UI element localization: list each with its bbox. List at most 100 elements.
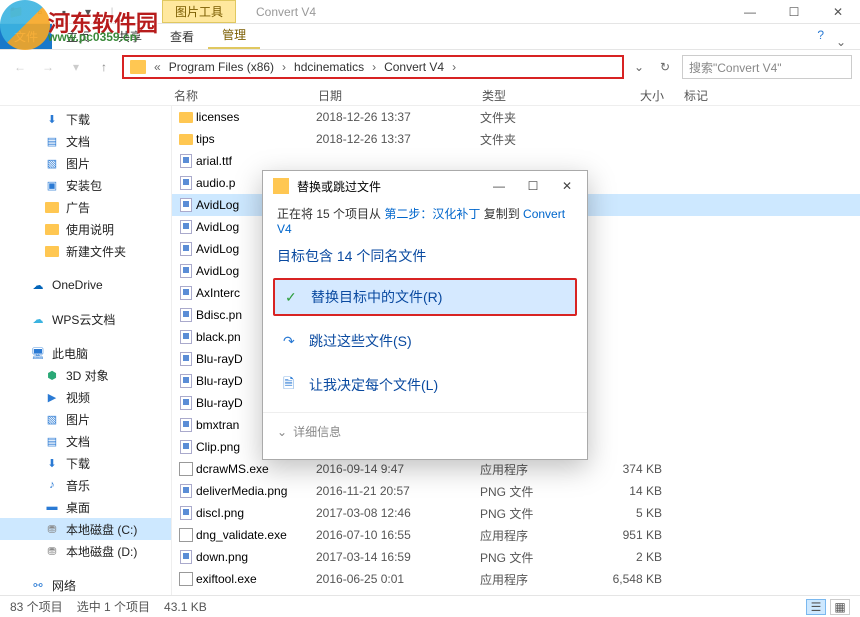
file-row[interactable]: deliverMedia.png2016-11-21 20:57PNG 文件14… bbox=[172, 480, 860, 502]
file-row[interactable]: arial.ttf bbox=[172, 150, 860, 172]
help-icon[interactable]: ? bbox=[817, 28, 824, 42]
dialog-close-button[interactable]: ✕ bbox=[557, 179, 577, 193]
nav-label: 新建文件夹 bbox=[66, 243, 126, 260]
crumb-2[interactable]: hdcinematics bbox=[290, 60, 368, 74]
chevron-icon[interactable]: › bbox=[452, 60, 456, 74]
file-icon bbox=[176, 308, 196, 322]
file-row[interactable]: dng_validate.exe2016-07-10 16:55应用程序951 … bbox=[172, 524, 860, 546]
nav-video[interactable]: ▶视频 bbox=[0, 386, 171, 408]
nav-docs[interactable]: ▤ 文档 bbox=[0, 130, 171, 152]
file-row[interactable]: down.png2017-03-14 16:59PNG 文件2 KB bbox=[172, 546, 860, 568]
download-icon: ⬇ bbox=[44, 111, 60, 127]
option-label: 让我决定每个文件(L) bbox=[309, 375, 438, 395]
chevron-icon[interactable]: « bbox=[154, 60, 161, 74]
nav-label: 文档 bbox=[66, 133, 90, 150]
nav-readme[interactable]: 使用说明 bbox=[0, 218, 171, 240]
address-dropdown[interactable]: ⌄ bbox=[630, 56, 648, 78]
file-type: PNG 文件 bbox=[480, 505, 598, 522]
file-date: 2018-12-26 13:37 bbox=[316, 110, 480, 124]
qat-pin-icon[interactable]: ▫ bbox=[30, 2, 50, 22]
col-size[interactable]: 大小 bbox=[600, 84, 684, 105]
nav-music[interactable]: ♪音乐 bbox=[0, 474, 171, 496]
nav-pkg[interactable]: ▣安装包 bbox=[0, 174, 171, 196]
dialog-minimize-button[interactable]: — bbox=[489, 179, 509, 193]
file-size: 2 KB bbox=[598, 550, 682, 564]
nav-cdisk[interactable]: ⛃本地磁盘 (C:) bbox=[0, 518, 171, 540]
file-icon bbox=[176, 242, 196, 256]
file-icon bbox=[176, 396, 196, 410]
file-icon bbox=[176, 572, 196, 586]
maximize-button[interactable]: ☐ bbox=[772, 0, 816, 24]
nav-pics[interactable]: ▧图片 bbox=[0, 152, 171, 174]
file-row[interactable]: tips2018-12-26 13:37文件夹 bbox=[172, 128, 860, 150]
minimize-button[interactable]: — bbox=[728, 0, 772, 24]
nav-downloads[interactable]: ⬇下载 bbox=[0, 108, 171, 130]
chevron-icon[interactable]: › bbox=[372, 60, 376, 74]
qat-dropdown-icon[interactable]: ▾ bbox=[78, 2, 98, 22]
file-name: tips bbox=[196, 132, 316, 146]
file-row[interactable]: dcrawMS.exe2016-09-14 9:47应用程序374 KB bbox=[172, 458, 860, 480]
crumb-3[interactable]: Convert V4 bbox=[380, 60, 448, 74]
nav-downloads2[interactable]: ⬇下载 bbox=[0, 452, 171, 474]
nav-label: 桌面 bbox=[66, 499, 90, 516]
qat-unknown-icon[interactable]: ▪ bbox=[54, 2, 74, 22]
close-button[interactable]: ✕ bbox=[816, 0, 860, 24]
tab-home[interactable]: 主页 bbox=[52, 24, 104, 49]
breadcrumb[interactable]: « Program Files (x86) › hdcinematics › C… bbox=[122, 55, 624, 79]
file-row[interactable]: exiftool.exe2016-06-25 0:01应用程序6,548 KB bbox=[172, 568, 860, 590]
dialog-source-link[interactable]: 第二步：汉化补丁 bbox=[384, 207, 480, 221]
nav-docs2[interactable]: ▤文档 bbox=[0, 430, 171, 452]
col-type[interactable]: 类型 bbox=[482, 84, 600, 105]
nav-pics2[interactable]: ▧图片 bbox=[0, 408, 171, 430]
tab-view[interactable]: 查看 bbox=[156, 24, 208, 49]
option-replace[interactable]: ✓ 替换目标中的文件(R) bbox=[273, 278, 577, 316]
file-icon bbox=[176, 374, 196, 388]
dialog-icon bbox=[273, 178, 289, 194]
nav-ddisk[interactable]: ⛃本地磁盘 (D:) bbox=[0, 540, 171, 562]
chevron-icon[interactable]: › bbox=[282, 60, 286, 74]
cube-icon: ⬢ bbox=[44, 367, 60, 383]
col-date[interactable]: 日期 bbox=[318, 84, 482, 105]
file-size: 14 KB bbox=[598, 484, 682, 498]
ribbon: 文件 主页 共享 查看 管理 ⌄ ? bbox=[0, 24, 860, 50]
nav-ads[interactable]: 广告 bbox=[0, 196, 171, 218]
history-dropdown[interactable]: ▾ bbox=[64, 55, 88, 79]
file-row[interactable]: discI.png2017-03-08 12:46PNG 文件5 KB bbox=[172, 502, 860, 524]
back-button[interactable]: ← bbox=[8, 55, 32, 79]
nav-newfolder[interactable]: 新建文件夹 bbox=[0, 240, 171, 262]
nav-thispc[interactable]: 🖥此电脑 bbox=[0, 342, 171, 364]
view-details-button[interactable]: ☰ bbox=[806, 599, 826, 615]
col-name[interactable]: 名称 bbox=[174, 84, 318, 105]
file-icon bbox=[176, 112, 196, 123]
view-icons-button[interactable]: ▦ bbox=[830, 599, 850, 615]
crumb-1[interactable]: Program Files (x86) bbox=[165, 60, 278, 74]
document-icon: ▤ bbox=[44, 133, 60, 149]
up-button[interactable]: ↑ bbox=[92, 55, 116, 79]
tab-share[interactable]: 共享 bbox=[104, 24, 156, 49]
file-date: 2017-03-14 16:59 bbox=[316, 550, 480, 564]
col-tag[interactable]: 标记 bbox=[684, 84, 744, 105]
nav-onedrive[interactable]: ☁OneDrive bbox=[0, 274, 171, 296]
download-icon: ⬇ bbox=[44, 455, 60, 471]
file-type: PNG 文件 bbox=[480, 483, 598, 500]
nav-network[interactable]: ⚯网络 bbox=[0, 574, 171, 595]
tab-file[interactable]: 文件 bbox=[0, 24, 52, 49]
file-icon bbox=[176, 198, 196, 212]
forward-button[interactable]: → bbox=[36, 55, 60, 79]
dialog-maximize-button[interactable]: ☐ bbox=[523, 179, 543, 193]
dialog-more[interactable]: ⌄ 详细信息 bbox=[263, 412, 587, 450]
search-input[interactable]: 搜索"Convert V4" bbox=[682, 55, 852, 79]
option-skip[interactable]: ↷ 跳过这些文件(S) bbox=[273, 322, 577, 360]
nav-desktop[interactable]: ▬桌面 bbox=[0, 496, 171, 518]
tab-manage[interactable]: 管理 bbox=[208, 22, 260, 49]
nav-3d[interactable]: ⬢3D 对象 bbox=[0, 364, 171, 386]
dialog-progress: 正在将 15 个项目从 第二步：汉化补丁 复制到 Convert V4 bbox=[263, 201, 587, 246]
nav-wps[interactable]: ☁WPS云文档 bbox=[0, 308, 171, 330]
nav-pane: ⬇下载 ▤ 文档 ▧图片 ▣安装包 广告 使用说明 新建文件夹 ☁OneDrive… bbox=[0, 106, 172, 595]
nav-label: 使用说明 bbox=[66, 221, 114, 238]
refresh-button[interactable]: ↻ bbox=[654, 56, 676, 78]
file-row[interactable]: licenses2018-12-26 13:37文件夹 bbox=[172, 106, 860, 128]
ribbon-expand-icon[interactable]: ⌄ bbox=[822, 35, 860, 49]
folder-icon bbox=[44, 199, 60, 215]
option-decide[interactable]: 🗎 让我决定每个文件(L) bbox=[273, 366, 577, 404]
